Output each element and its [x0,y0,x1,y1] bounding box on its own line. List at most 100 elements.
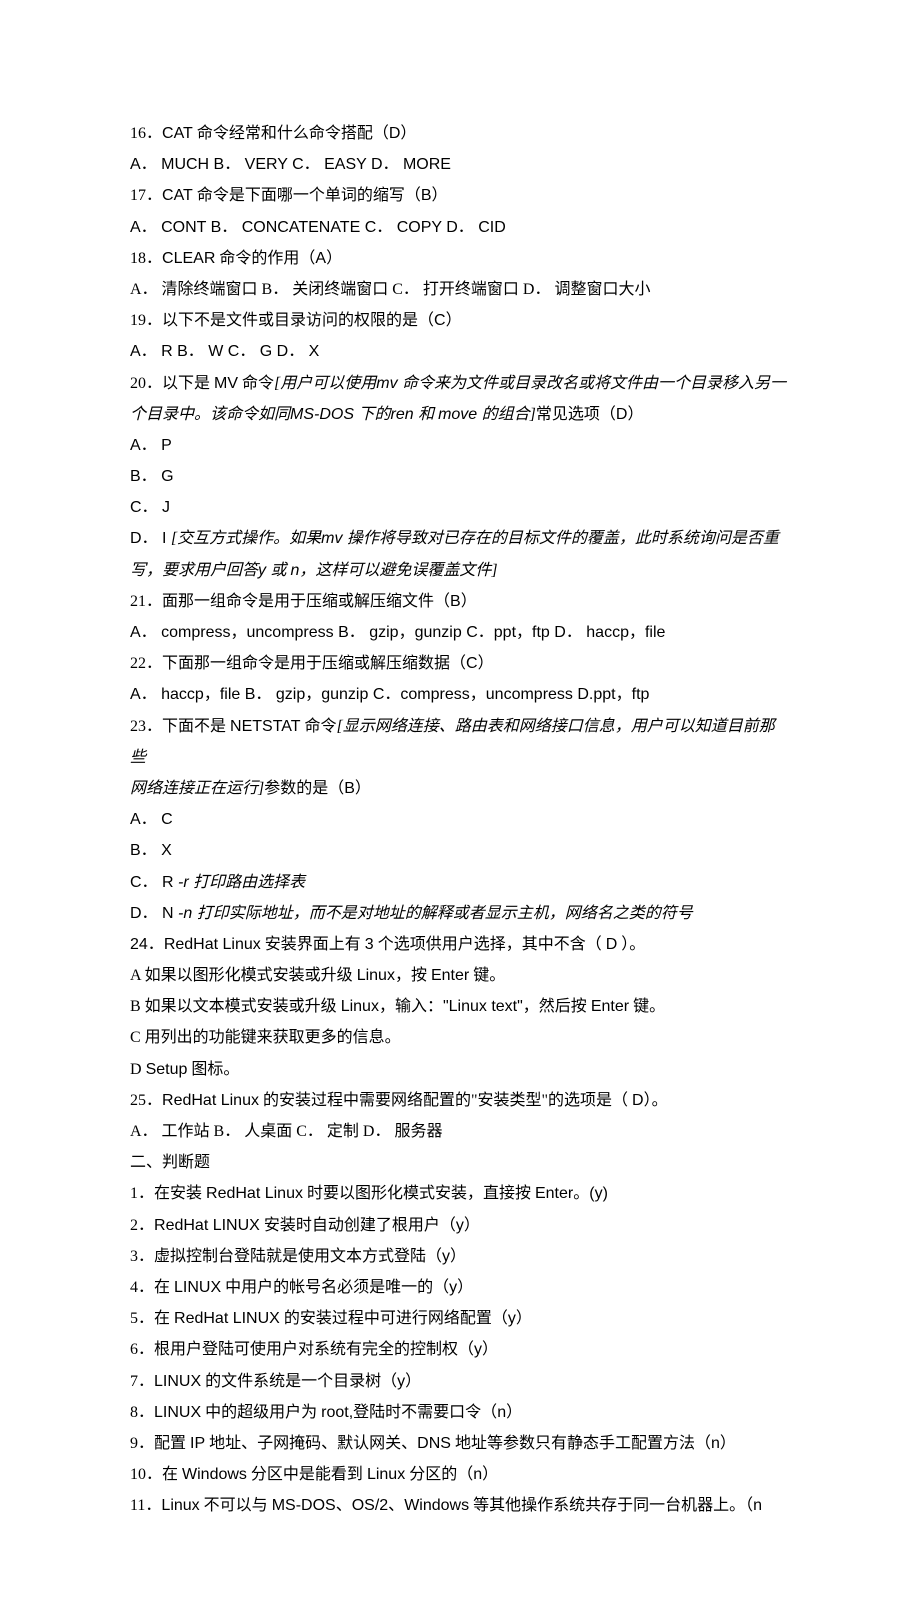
text-span: ） [720,1435,736,1452]
text-line: 17．CAT 命令是下面哪一个单词的缩写（B） [130,180,790,211]
text-line: 19．以下不是文件或目录访问的权限的是（C） [130,305,790,336]
text-span: RedHat Linux [164,936,261,953]
text-line: A 如果以图形化模式安装或升级 Linux，按 Enter 键。 [130,960,790,991]
text-span: ， [516,624,532,641]
text-span: 4．在 [130,1279,174,1296]
text-span: C 用列出的功能键来获取更多的信息。 [130,1029,401,1046]
text-span: 图标。 [187,1061,239,1078]
text-span: ， [399,624,415,641]
text-span: 22．下面那一组命令是用于压缩或解压缩数据（ [130,655,466,672]
text-span: ） [457,1279,473,1296]
text-span: 常见选项（ [536,406,616,423]
text-span: ftp [632,686,650,703]
text-line: 个目录中。该命令如同MS-DOS 下的ren 和 move 的组合]常见选项（D… [130,399,790,430]
text-span: LINUX [154,1404,201,1421]
text-span: ， [204,686,220,703]
text-line: C． J [130,492,790,523]
text-span: 18． [130,250,162,267]
text-span: A． haccp [130,686,204,703]
text-span: ） [627,406,643,423]
text-span: 安装时自动创建了根用户（ [260,1217,456,1234]
text-span: ） [482,1466,498,1483]
text-span: CAT [162,125,193,142]
text-line: 网络连接正在运行]参数的是（B） [130,773,790,804]
text-span: ，这样可以避免误覆盖文件] [299,562,497,579]
text-line: 8．LINUX 中的超级用户为 root,登陆时不需要口令（n） [130,1397,790,1428]
text-span: 命令来为文件或目录改名或将文件由一个目录移入另一 [402,375,786,392]
text-span: n [497,1404,506,1421]
text-span: Linux [341,998,379,1015]
text-span: 网络连接正在运行] [130,780,264,797]
text-span: ren [390,406,418,423]
text-span: A． 清除终端窗口 B． 关闭终端窗口 C． 打开终端窗口 D． 调整窗口大小 [130,281,650,298]
text-line: B． X [130,835,790,866]
text-span: Enter [591,998,629,1015]
text-span: 参数的是（ [264,780,344,797]
text-span: 20．以下是 [130,375,214,392]
text-span: 23．下面不是 [130,718,230,735]
text-span: 键。 [469,967,505,984]
text-line: 24．RedHat Linux 安装界面上有 3 个选项供用户选择，其中不含（ … [130,929,790,960]
text-span: NETSTAT [230,718,301,735]
text-span: RedHat LINUX [154,1217,260,1234]
text-line: 21．面那一组命令是用于压缩或解压缩文件（B） [130,586,790,617]
text-span: CAT [162,187,193,204]
text-span: ）。 [644,1092,668,1109]
text-span: 6．根用户登陆可使用户对系统有完全的控制权（ [130,1341,474,1358]
text-span: ． [148,936,164,953]
text-span: 7． [130,1373,154,1390]
text-span: [用户可以使用 [274,375,376,392]
text-span: 19．以下不是文件或目录访问的权限的是（ [130,312,434,329]
text-span: LINUX [174,1279,221,1296]
text-span: 地址等参数只有静态手工配置方法（ [451,1435,711,1452]
text-span: D [632,1092,644,1109]
text-span: ． [478,624,494,641]
text-span: ， [230,624,246,641]
text-span: D [389,125,401,142]
text-span: ftp D． haccp [532,624,629,641]
text-line: A． CONT B． CONCATENATE C． COPY D． CID [130,212,790,243]
text-line: A． haccp，file B． gzip，gunzip C．compress，… [130,679,790,710]
text-line: 6．根用户登陆可使用户对系统有完全的控制权（y） [130,1334,790,1365]
text-span: DNS [417,1435,451,1452]
text-line: 18．CLEAR 命令的作用（A） [130,243,790,274]
text-span: CLEAR [162,250,215,267]
text-span: ） [461,593,477,610]
text-span: n [473,1466,482,1483]
text-span: 16． [130,125,162,142]
text-span: ） [400,125,416,142]
text-line: 11．Linux 不可以与 MS-DOS、OS/2、Windows 等其他操作系… [130,1490,790,1521]
text-span: 个目录中。该命令如同 [130,406,290,423]
text-span: 或 [270,562,290,579]
text-span: ） [516,1310,532,1327]
text-line: D Setup 图标。 [130,1054,790,1085]
text-span: root, [321,1404,353,1421]
text-span: A． C [130,811,173,828]
text-span: RedHat LINUX [174,1310,280,1327]
text-span: 命令 [238,375,274,392]
text-span: 25． [130,1092,162,1109]
text-span: ppt [494,624,516,641]
text-span: move [438,406,482,423]
text-line: 1．在安装 RedHat Linux 时要以图形化模式安装，直接按 Enter。… [130,1178,790,1209]
text-span: uncompress D.ppt [486,686,616,703]
text-span: n [753,1497,762,1514]
text-span: 命令是下面哪一个单词的缩写（ [193,187,421,204]
text-line: 25．RedHat Linux 的安装过程中需要网络配置的"安装类型"的选项是（… [130,1085,790,1116]
text-span: B [344,780,355,797]
text-line: A． R B． W C． G D． X [130,336,790,367]
text-span: ） [355,780,371,797]
text-span: 的组合] [482,406,536,423]
text-span: C [466,655,478,672]
text-span: D [130,1061,146,1078]
text-span: 不可以与 [200,1497,272,1514]
text-span: -n [178,905,197,922]
text-line: 2．RedHat LINUX 安装时自动创建了根用户（y） [130,1210,790,1241]
text-span: ，然后按 [523,998,591,1015]
text-span: C [434,312,446,329]
text-line: C 用列出的功能键来获取更多的信息。 [130,1022,790,1053]
text-line: 7．LINUX 的文件系统是一个目录树（y） [130,1366,790,1397]
text-span: 命令经常和什么命令搭配（ [193,125,389,142]
text-span: MS-DOS [290,406,358,423]
text-span: B [450,593,461,610]
